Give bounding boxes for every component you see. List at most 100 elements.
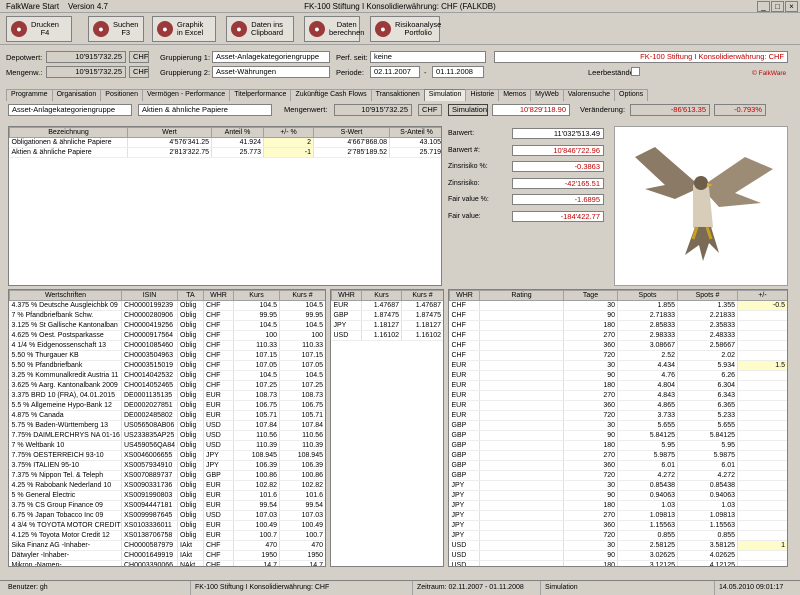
rates-column-header[interactable]: Rating <box>479 290 564 301</box>
table-row[interactable]: 4.625 % Oest. Postsparkasse CH0000917564 O… <box>9 330 325 341</box>
alloc-column-header[interactable]: +/- % <box>263 127 314 138</box>
table-row[interactable]: 4.375 % Deutsche Ausgleichbk 09 CH0000199… <box>9 300 325 311</box>
bonds-column-header[interactable]: TA <box>177 290 204 301</box>
table-row[interactable]: GBP 180 5.95 5.95 <box>449 440 787 451</box>
bonds-column-header[interactable]: Kurs <box>233 290 280 301</box>
table-row[interactable]: 4.125 % Toyota Motor Credit 12 XS01387067… <box>9 530 325 541</box>
fx-column-header[interactable]: Kurs # <box>401 290 443 301</box>
close-button[interactable]: × <box>785 1 798 12</box>
table-row[interactable]: JPY 720 0.855 0.855 <box>449 530 787 541</box>
table-row[interactable]: 7 % Pfandbriefbank Schw. CH0000280906 Obli… <box>9 310 325 321</box>
table-row[interactable]: JPY 30 0.85438 0.85438 <box>449 480 787 491</box>
table-row[interactable]: 5 % General Electric XS0091990803 Oblig EUR… <box>9 490 325 501</box>
toolbar-button-1[interactable]: ● Suchen F3 <box>88 16 144 42</box>
table-row[interactable]: EUR 30 4.434 5.934 1.5 <box>449 360 787 371</box>
tab-vermögen-performance[interactable]: Vermögen - Performance <box>141 89 231 101</box>
table-row[interactable]: 3.125 % St Gallische Kantonalban CH000041… <box>9 320 325 331</box>
table-row[interactable]: 4 1/4 % Eidgenossenschaft 13 CH0001085460… <box>9 340 325 351</box>
tab-simulation[interactable]: Simulation <box>423 89 467 101</box>
table-row[interactable]: USD 180 3.12125 4.12125 <box>449 560 787 566</box>
leerbestaende-checkbox[interactable] <box>631 67 640 76</box>
table-row[interactable]: Aktien & ähnliche Papiere 2'813'322.75 25.… <box>9 147 441 158</box>
periode-from-field[interactable]: 02.11.2007 <box>370 66 420 78</box>
toolbar-button-5[interactable]: ● Risikoanalyse Portfolio <box>370 16 441 42</box>
table-row[interactable]: 4.875 % Canada DE0002485802 Oblig EUR 105.71… <box>9 410 325 421</box>
table-row[interactable]: 4 3/4 % TOYOTA MOTOR CREDIT C... XS010333… <box>9 520 325 531</box>
gruppierung1-select[interactable]: Asset-Anlagekategoriengruppe <box>212 51 330 63</box>
tab-zukünftige-cash-flows[interactable]: Zukünftige Cash Flows <box>290 89 372 101</box>
toolbar-button-2[interactable]: ● Graphik in Excel <box>152 16 216 42</box>
table-row[interactable]: Mikron -Namen- CH0003390066 NAkt CHF 14.7 14.… <box>9 560 325 566</box>
rates-column-header[interactable]: WHR <box>449 290 480 301</box>
table-row[interactable]: EUR 90 4.76 6.26 <box>449 370 787 381</box>
table-row[interactable]: CHF 90 2.71833 2.21833 <box>449 310 787 321</box>
fx-column-header[interactable]: Kurs <box>361 290 402 301</box>
table-row[interactable]: GBP 270 5.9875 5.9875 <box>449 450 787 461</box>
table-row[interactable]: GBP 90 5.84125 5.84125 <box>449 430 787 441</box>
table-row[interactable]: 7 % Weltbank 10 US459056QA84 Oblig USD 110.3… <box>9 440 325 451</box>
table-row[interactable]: 3.75 % CS Group Finance 09 XS0094447181 Ob… <box>9 500 325 511</box>
table-row[interactable]: Dätwyler -Inhaber- CH0001649919 IAkt CHF 195… <box>9 550 325 561</box>
toolbar-button-4[interactable]: ● Daten berechnen <box>304 16 364 42</box>
table-row[interactable]: CHF 270 2.98333 2.48333 <box>449 330 787 341</box>
bonds-column-header[interactable]: ISIN <box>121 290 178 301</box>
maximize-button[interactable]: □ <box>771 1 784 12</box>
table-row[interactable]: 3.25 % Kommunalkredit Austria 11 CH001404… <box>9 370 325 381</box>
table-row[interactable]: GBP 1.87475 1.87475 <box>331 310 443 321</box>
rates-column-header[interactable]: Spots <box>617 290 678 301</box>
tab-options[interactable]: Options <box>614 89 649 101</box>
alloc-column-header[interactable]: Wert <box>127 127 212 138</box>
rates-column-header[interactable]: Spots # <box>677 290 738 301</box>
tab-myweb[interactable]: MyWeb <box>530 89 564 101</box>
table-row[interactable]: JPY 270 1.09813 1.09813 <box>449 510 787 521</box>
perf-select[interactable]: keine <box>370 51 486 63</box>
table-row[interactable]: CHF 180 2.85833 2.35833 <box>449 320 787 331</box>
alloc-column-header[interactable]: S-Anteil % <box>389 127 441 138</box>
table-row[interactable]: 7.375 % Nippon Tel. & Teleph XS0070889737… <box>9 470 325 481</box>
table-row[interactable]: USD 1.16102 1.16102 <box>331 330 443 341</box>
minimize-button[interactable]: _ <box>757 1 770 12</box>
table-row[interactable]: USD 90 3.02625 4.02625 <box>449 550 787 561</box>
table-row[interactable]: GBP 720 4.272 4.272 <box>449 470 787 481</box>
table-row[interactable]: CHF 360 3.08667 2.58667 <box>449 340 787 351</box>
table-row[interactable]: 3.625 % Aarg. Kantonalbank 2009 CH0014052… <box>9 380 325 391</box>
table-row[interactable]: EUR 360 4.865 6.365 <box>449 400 787 411</box>
toolbar-button-0[interactable]: ● Drucken F4 <box>6 16 72 42</box>
table-row[interactable]: EUR 720 3.733 5.233 <box>449 410 787 421</box>
table-row[interactable]: 6.75 % Japan Tobacco Inc 09 XS0099987645 O… <box>9 510 325 521</box>
tab-historie[interactable]: Historie <box>465 89 500 101</box>
simulation-button[interactable]: Simulation: <box>448 104 488 116</box>
table-row[interactable]: 7.75% OESTERREICH 93-10 XS0046006655 Oblig… <box>9 450 325 461</box>
fx-column-header[interactable]: WHR <box>331 290 362 301</box>
tab-organisation[interactable]: Organisation <box>51 89 102 101</box>
table-row[interactable]: EUR 180 4.804 6.304 <box>449 380 787 391</box>
periode-to-field[interactable]: 01.11.2008 <box>432 66 484 78</box>
toolbar-button-3[interactable]: ● Daten ins Clipboard <box>226 16 294 42</box>
table-row[interactable]: JPY 90 0.94063 0.94063 <box>449 490 787 501</box>
table-row[interactable]: CHF 30 1.855 1.355 -0.5 <box>449 300 787 311</box>
sim-category-select[interactable]: Aktien & ähnliche Papiere <box>138 104 272 116</box>
table-row[interactable]: 5.5 % Allgemeine Hypo-Bank 12 DE000202785… <box>9 400 325 411</box>
sim-group-select[interactable]: Asset-Anlagekategoriengruppe <box>8 104 132 116</box>
tab-programme[interactable]: Programme <box>6 89 53 101</box>
tab-memos[interactable]: Memos <box>498 89 532 101</box>
table-row[interactable]: 7.75% DAIMLERCHRYS NA 01-16 US233835AP25 O… <box>9 430 325 441</box>
table-row[interactable]: 3.375 BRD 10 (FRA), 04.01.2015 DE00011351… <box>9 390 325 401</box>
table-row[interactable]: GBP 30 5.655 5.655 <box>449 420 787 431</box>
table-row[interactable]: 5.75 % Baden-Württemberg 13 US056508AB06 O… <box>9 420 325 431</box>
alloc-column-header[interactable]: S-Wert <box>313 127 390 138</box>
table-row[interactable]: 4.25 % Rabobank Nederland 10 XS0090331736… <box>9 480 325 491</box>
table-row[interactable]: 5.50 % Pfandbriefbank CH0003515019 Oblig CH… <box>9 360 325 371</box>
table-row[interactable]: EUR 270 4.843 6.343 <box>449 390 787 401</box>
rates-column-header[interactable]: Tage <box>563 290 618 301</box>
table-row[interactable]: 3.75% ITALIEN 95-10 XS0057934910 Oblig JPY 1… <box>9 460 325 471</box>
tab-titelperformance[interactable]: Titelperformance <box>229 89 292 101</box>
alloc-column-header[interactable]: Bezeichnung <box>9 127 128 138</box>
table-row[interactable]: Sika Finanz AG -Inhaber- CH0000587979 IAkt… <box>9 540 325 551</box>
gruppierung2-select[interactable]: Asset-Währungen <box>212 66 330 78</box>
bonds-column-header[interactable]: Wertschriften <box>9 290 122 301</box>
table-row[interactable]: JPY 180 1.03 1.03 <box>449 500 787 511</box>
table-row[interactable]: CHF 720 2.52 2.02 <box>449 350 787 361</box>
alloc-column-header[interactable]: Anteil % <box>211 127 264 138</box>
table-row[interactable]: JPY 1.18127 1.18127 <box>331 320 443 331</box>
